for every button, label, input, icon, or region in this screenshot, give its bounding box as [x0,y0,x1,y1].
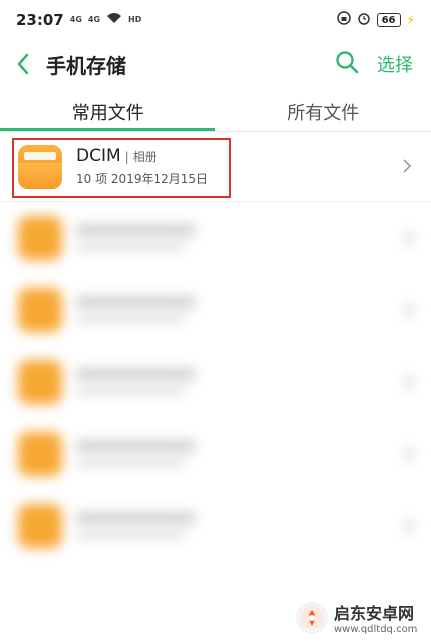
status-right: 66 ⚡ [336,11,415,29]
search-button[interactable] [335,50,359,78]
tab-bar: 常用文件 所有文件 [0,92,431,132]
tab-common-files-label: 常用文件 [71,103,144,124]
app-actions: 选择 [335,50,431,78]
back-arrow-icon [17,53,29,75]
app-bar: 手机存储 选择 [0,40,431,88]
search-icon [336,51,359,74]
chevron-right-icon [405,231,413,245]
chevron-right-icon [405,447,413,461]
chevron-right-icon [405,519,413,533]
back-button[interactable] [0,40,46,88]
watermark: 启东安卓网 www.qdltdq.com [296,600,417,635]
list-item[interactable] [0,346,431,418]
signal-4g-1: 4G [69,15,82,24]
watermark-url: www.qdltdq.com [334,624,418,635]
folder-icon [18,360,62,404]
highlight-box [12,138,231,198]
tab-all-files[interactable]: 所有文件 [216,92,431,132]
tab-common-files[interactable]: 常用文件 [0,92,216,132]
alarm-icon [357,11,371,29]
status-left: 23:07 4G 4G HD [16,11,141,29]
signal-4g-2: 4G [87,15,101,24]
tab-all-files-label: 所有文件 [287,103,360,124]
watermark-logo-icon [296,601,328,634]
list-item[interactable] [0,490,431,562]
folder-icon [18,504,62,548]
chevron-right-icon [405,303,413,317]
watermark-text: 启东安卓网 www.qdltdq.com [334,600,417,635]
select-button[interactable]: 选择 [377,51,413,77]
list-item[interactable] [0,274,431,346]
wifi-icon [106,12,122,28]
watermark-name: 启东安卓网 [334,604,415,623]
list-item[interactable] [0,202,431,274]
chevron-right-icon [403,159,412,173]
battery-icon: 66 [376,13,401,27]
folder-icon [18,288,62,332]
hd-label: HD [128,15,142,24]
status-bar: 23:07 4G 4G HD 66 ⚡ [0,0,431,40]
folder-icon [18,432,62,476]
folder-icon [18,216,62,260]
page-title: 手机存储 [46,53,126,78]
list-item[interactable] [0,418,431,490]
chevron-right-icon [405,375,413,389]
charging-icon: ⚡ [406,13,415,27]
lock-rotation-icon [336,11,351,29]
status-time: 23:07 [16,11,64,29]
